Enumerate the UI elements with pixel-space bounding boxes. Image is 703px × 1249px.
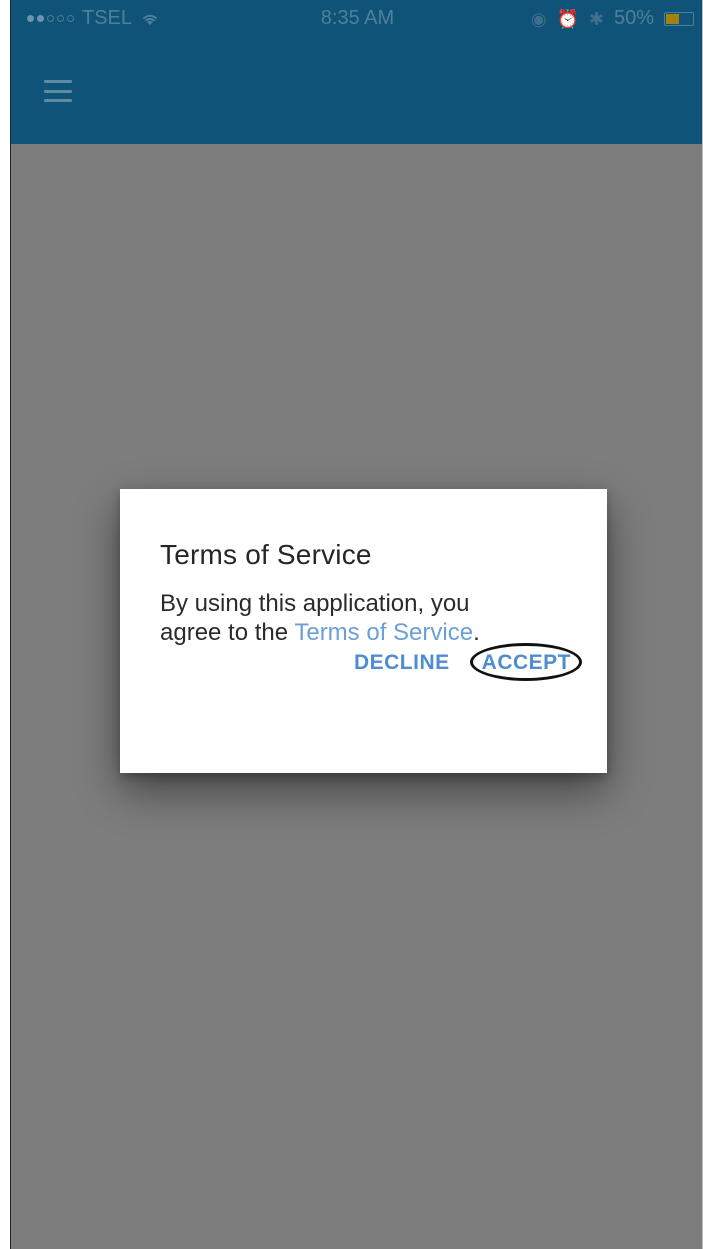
battery-fill [666,13,679,24]
dialog-body-period: . [473,619,480,646]
hamburger-menu-icon[interactable] [44,80,72,102]
app-header: TSEL 8:35 AM ◉ ⏰ ✱ 50% [11,0,703,144]
alarm-icon: ⏰ [556,8,579,29]
dialog-body: By using this application, you agree to … [160,589,520,647]
dialog-actions: DECLINE ACCEPT [350,643,582,681]
status-bar: TSEL 8:35 AM ◉ ⏰ ✱ 50% [11,0,703,40]
accept-button-label: ACCEPT [481,651,571,674]
terms-dialog: Terms of Service By using this applicati… [120,489,607,773]
location-icon: ◉ [530,8,547,29]
battery-percent: 50% [613,7,654,29]
app-screen: TSEL 8:35 AM ◉ ⏰ ✱ 50% Terms of Service … [10,0,703,1249]
status-right: ◉ ⏰ ✱ 50% [531,7,694,30]
dialog-title: Terms of Service [160,539,372,570]
terms-of-service-link[interactable]: Terms of Service [294,619,473,646]
accept-button[interactable]: ACCEPT [469,643,582,681]
decline-button[interactable]: DECLINE [350,647,454,679]
bluetooth-icon: ✱ [588,8,604,29]
battery-icon [664,11,694,26]
